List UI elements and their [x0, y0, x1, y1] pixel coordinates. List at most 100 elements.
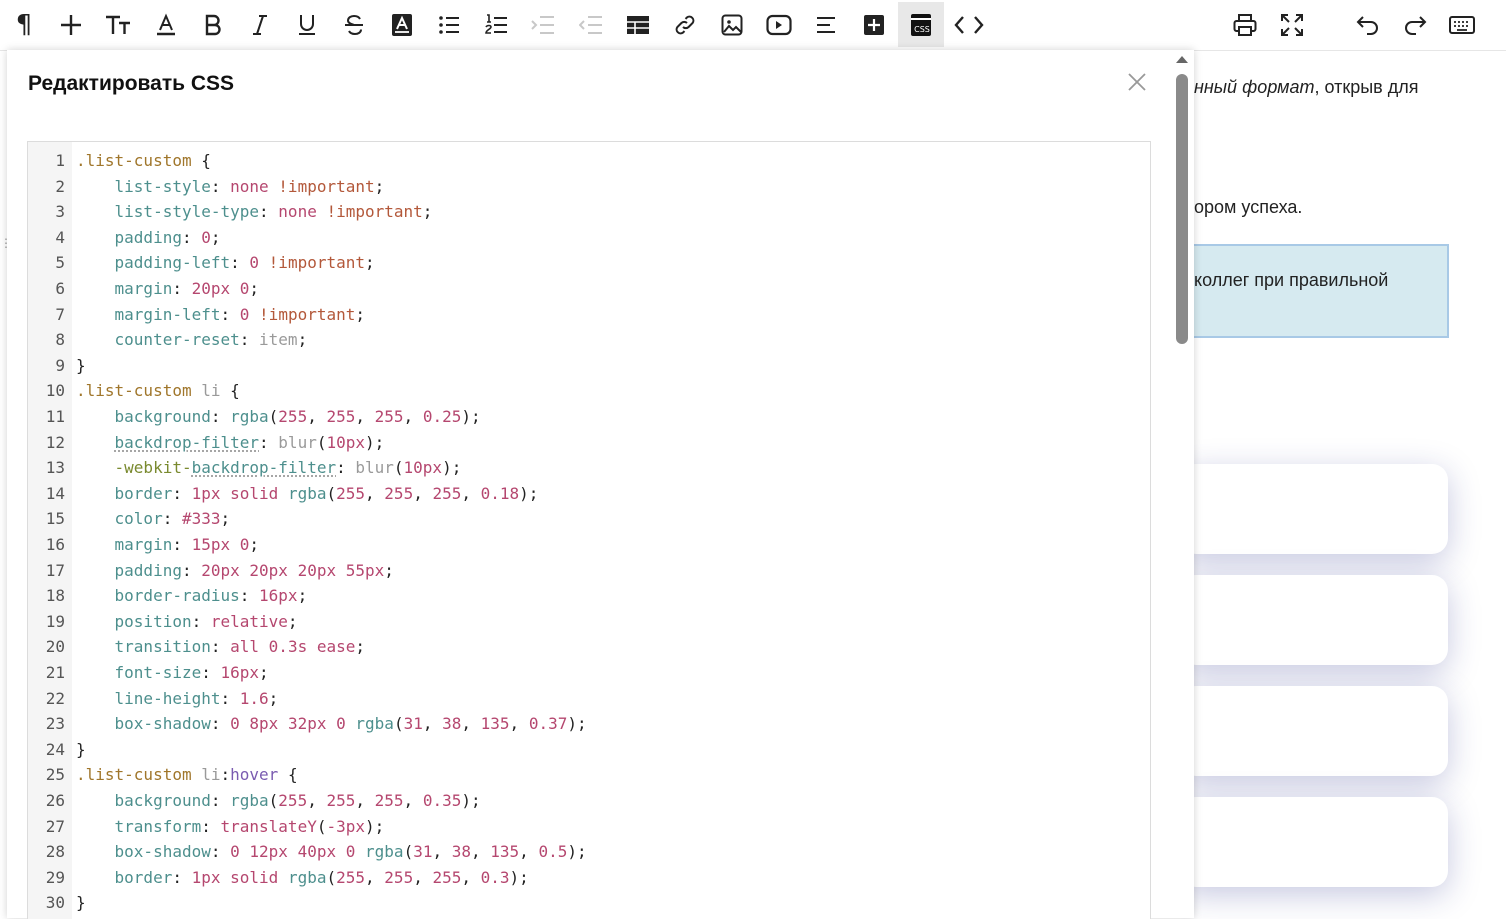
code-token: 255	[374, 407, 404, 426]
code-text: box-shadow: 0 8px 32px 0 rgba(31, 38, 13…	[76, 711, 587, 737]
code-token: (	[393, 458, 404, 478]
code-view-button[interactable]	[946, 2, 992, 47]
code-token: {	[278, 765, 298, 785]
code-token: 0.3s	[268, 637, 308, 657]
code-token: 135	[490, 842, 520, 862]
link-button[interactable]	[662, 2, 708, 47]
line-number: 26	[45, 791, 65, 810]
bold-button[interactable]	[190, 2, 236, 47]
image-button[interactable]	[709, 2, 755, 47]
scroll-up-arrow-icon[interactable]	[1175, 54, 1189, 64]
code-token: .list-custom	[76, 381, 192, 401]
undo-button[interactable]	[1345, 2, 1391, 47]
code-token: ;	[384, 560, 394, 580]
bullet-list-button[interactable]	[426, 2, 472, 47]
print-icon	[1233, 13, 1257, 36]
line-number: 25	[45, 765, 65, 785]
code-token: 255	[278, 791, 308, 810]
add-block-button[interactable]	[851, 2, 897, 47]
align-button[interactable]	[803, 2, 849, 47]
code-token: ,	[355, 791, 375, 810]
code-token: }	[76, 355, 86, 375]
modal-scrollbar[interactable]	[1176, 74, 1188, 344]
code-token: ,	[403, 791, 423, 810]
code-token: 8px	[249, 714, 279, 734]
code-token: ;	[355, 637, 366, 657]
code-token: margin	[114, 279, 173, 298]
text-size-button[interactable]	[95, 2, 141, 47]
code-token: ;	[297, 586, 308, 606]
highlight-button[interactable]	[379, 2, 425, 47]
code-text: -webkit-backdrop-filter: blur(10px);	[76, 455, 462, 481]
redo-button[interactable]	[1392, 2, 1438, 47]
code-token: 20px	[297, 560, 337, 580]
code-token: translateY	[220, 816, 317, 836]
code-token: (	[393, 714, 404, 734]
close-icon[interactable]	[1125, 70, 1149, 94]
code-text: background: rgba(255, 255, 255, 0.25);	[76, 404, 481, 430]
underline-button[interactable]	[284, 2, 330, 47]
numbered-list-button[interactable]	[473, 2, 519, 47]
code-text: border: 1px solid rgba(255, 255, 255, 0.…	[76, 481, 539, 507]
code-token: );	[509, 867, 529, 887]
code-token: none	[230, 176, 269, 196]
fullscreen-icon	[1281, 13, 1303, 36]
line-number: 16	[45, 535, 65, 554]
code-token: 1.6	[239, 688, 269, 708]
code-token: ,	[461, 867, 481, 887]
code-token: :	[172, 483, 192, 503]
code-token: font-size	[114, 663, 202, 682]
line-number: 21	[45, 663, 65, 682]
code-token: 135	[480, 714, 510, 734]
keyboard-button[interactable]	[1439, 2, 1485, 47]
css-code-editor[interactable]: 1 .list-custom {2 list-style: none !impor…	[27, 141, 1151, 919]
outdent-button[interactable]	[568, 2, 614, 47]
code-token: 31	[413, 842, 433, 862]
code-text: font-size: 16px;	[76, 660, 269, 686]
video-button[interactable]	[756, 2, 802, 47]
code-token: 32px	[287, 714, 327, 734]
code-token: 0	[239, 535, 250, 554]
css-button[interactable]: CSS	[898, 2, 944, 47]
code-token: :	[239, 586, 260, 606]
code-token: li	[201, 765, 221, 785]
code-token: :	[220, 304, 240, 324]
strikethrough-button[interactable]	[331, 2, 377, 47]
font-color-button[interactable]	[143, 2, 189, 47]
code-token: 0.37	[528, 714, 568, 734]
code-token: :	[201, 816, 221, 836]
code-token: ,	[365, 867, 385, 887]
line-number: 10	[45, 381, 65, 401]
text-size-icon	[106, 15, 130, 34]
line-number: 7	[55, 304, 65, 324]
line-number: 2	[55, 176, 65, 196]
code-token: 1px	[191, 483, 221, 503]
indent-button[interactable]	[520, 2, 566, 47]
code-token: 0	[230, 714, 240, 734]
code-token: 255	[374, 791, 404, 810]
paragraph-button[interactable]: ¶	[1, 2, 47, 47]
italic-button[interactable]	[237, 2, 283, 47]
fullscreen-button[interactable]	[1269, 2, 1315, 47]
insert-plus-icon	[61, 14, 81, 35]
code-token: :	[191, 611, 211, 631]
line-number: 4	[55, 227, 65, 247]
code-token: -webkit-	[114, 458, 192, 478]
paragraph-icon: ¶	[15, 9, 33, 40]
code-token: ;	[287, 611, 298, 631]
print-button[interactable]	[1222, 2, 1268, 47]
line-number: 9	[55, 355, 65, 375]
code-token: all	[230, 637, 260, 657]
code-token: :	[210, 791, 231, 810]
code-token: 255	[432, 867, 462, 887]
code-token: line-height	[114, 688, 221, 708]
table-button[interactable]	[615, 2, 661, 47]
insert-button[interactable]	[48, 2, 94, 47]
